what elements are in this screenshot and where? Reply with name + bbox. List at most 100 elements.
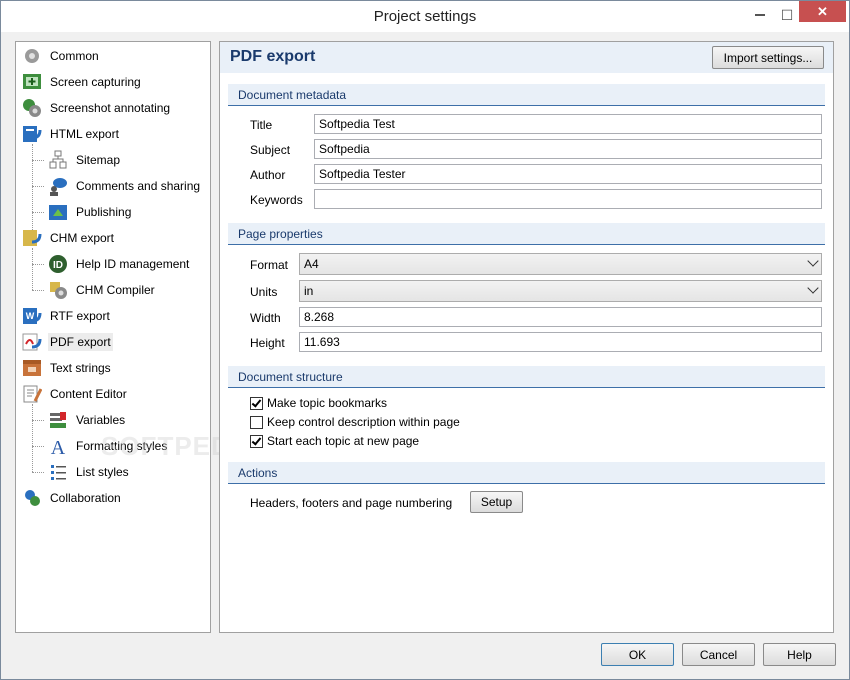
tree-item-list-styles[interactable]: List styles: [48, 461, 131, 483]
title-bar[interactable]: Project settings ☐ ✕: [1, 1, 849, 32]
section-actions: Actions: [228, 462, 825, 484]
collaboration-icon: [22, 488, 42, 508]
keywords-field[interactable]: [314, 189, 822, 209]
close-icon[interactable]: ✕: [799, 1, 846, 22]
tree-connector: [32, 290, 44, 291]
units-label: Units: [250, 285, 278, 299]
checkbox-box[interactable]: [250, 396, 263, 410]
cancel-button[interactable]: Cancel: [682, 643, 755, 666]
title-field[interactable]: Softpedia Test: [314, 114, 822, 134]
units-select[interactable]: in: [299, 280, 822, 302]
tree-item-label: Help ID management: [76, 257, 190, 271]
checkbox-box[interactable]: [250, 415, 263, 429]
tree-item-label: Screen capturing: [50, 75, 141, 89]
checkbox-label: Keep control description within page: [267, 415, 460, 429]
list-styles-icon: [48, 462, 68, 482]
subject-label: Subject: [250, 143, 291, 157]
tree-item-common[interactable]: Common: [22, 45, 101, 67]
tree-item-pdf-export[interactable]: PDF export: [22, 331, 113, 353]
window-title: Project settings: [373, 8, 477, 25]
checkbox-box[interactable]: [250, 434, 263, 448]
annotation-icon: [22, 98, 42, 118]
tree-item-label: HTML export: [50, 127, 119, 141]
format-label: Format: [250, 258, 289, 272]
tree-item-help-id-management[interactable]: ID Help ID management: [48, 253, 191, 275]
minimize-icon[interactable]: [755, 14, 765, 16]
tree-item-label: CHM export: [50, 231, 115, 245]
keep-control-description-checkbox[interactable]: Keep control description within page: [250, 415, 460, 429]
variables-icon: [48, 410, 68, 430]
start-topic-new-page-checkbox[interactable]: Start each topic at new page: [250, 434, 419, 448]
section-heading: Page properties: [238, 227, 323, 241]
tree-item-content-editor[interactable]: Content Editor: [22, 383, 129, 405]
width-field[interactable]: 8.268: [299, 307, 822, 327]
tree-item-label: List styles: [76, 465, 129, 479]
tree-item-label: Text strings: [50, 361, 111, 375]
comments-icon: [48, 176, 68, 196]
author-field[interactable]: Softpedia Tester: [314, 164, 822, 184]
help-id-icon: ID: [48, 254, 68, 274]
section-page-properties: Page properties: [228, 223, 825, 245]
tree-item-sitemap[interactable]: Sitemap: [48, 149, 122, 171]
page-title: PDF export: [230, 48, 316, 65]
import-settings-button[interactable]: Import settings...: [712, 46, 824, 69]
tree-item-chm-compiler[interactable]: CHM Compiler: [48, 279, 157, 301]
tree-connector: [32, 420, 44, 421]
units-value: in: [304, 284, 314, 298]
tree-item-label: Variables: [76, 413, 126, 427]
svg-text:ID: ID: [53, 260, 63, 271]
format-value: A4: [304, 257, 319, 271]
section-document-structure: Document structure: [228, 366, 825, 388]
tree-connector: [32, 160, 44, 161]
tree-item-label: Sitemap: [76, 153, 121, 167]
section-heading: Document structure: [238, 370, 343, 384]
keywords-label: Keywords: [250, 193, 303, 207]
tree-item-label: Content Editor: [50, 387, 127, 401]
tree-item-rtf-export[interactable]: W RTF export: [22, 305, 112, 327]
make-topic-bookmarks-checkbox[interactable]: Make topic bookmarks: [250, 396, 387, 410]
tree-item-screenshot-annotating[interactable]: Screenshot annotating: [22, 97, 172, 119]
tree-connector: [32, 212, 44, 213]
tree-item-label: Screenshot annotating: [50, 101, 171, 115]
tree-item-chm-export[interactable]: CHM export: [22, 227, 116, 249]
tree-item-publishing[interactable]: Publishing: [48, 201, 133, 223]
tree-connector: [32, 446, 44, 447]
tree-connector: [32, 404, 33, 472]
tree-connector: [32, 264, 44, 265]
chm-compiler-icon: [48, 280, 68, 300]
screen-capture-icon: [22, 72, 42, 92]
formatting-styles-icon: A: [48, 436, 68, 459]
format-select[interactable]: A4: [299, 253, 822, 275]
tree-item-html-export[interactable]: HTML export: [22, 123, 121, 145]
tree-item-variables[interactable]: Variables: [48, 409, 127, 431]
chevron-down-icon: [807, 282, 819, 294]
setup-button[interactable]: Setup: [470, 491, 523, 513]
chm-export-icon: [22, 228, 42, 248]
tree-item-text-strings[interactable]: Text strings: [22, 357, 113, 379]
tree-item-comments-and-sharing[interactable]: Comments and sharing: [48, 175, 202, 197]
html-export-icon: [22, 124, 42, 144]
publishing-icon: [48, 202, 68, 222]
pdf-export-icon: [22, 332, 42, 352]
title-label: Title: [250, 118, 273, 132]
settings-tree[interactable]: Common Screen capturing Screenshot annot…: [15, 41, 211, 633]
height-field[interactable]: 11.693: [299, 332, 822, 352]
sitemap-icon: [48, 150, 68, 170]
height-label: Height: [250, 336, 285, 350]
tree-item-label: Comments and sharing: [76, 179, 201, 193]
tree-item-collaboration[interactable]: Collaboration: [22, 487, 123, 509]
panel-header: PDF export Import settings...: [220, 42, 833, 73]
tree-item-screen-capturing[interactable]: Screen capturing: [22, 71, 143, 93]
tree-item-label: Publishing: [76, 205, 132, 219]
section-heading: Actions: [238, 466, 278, 480]
subject-field[interactable]: Softpedia: [314, 139, 822, 159]
help-button[interactable]: Help: [763, 643, 836, 666]
tree-item-label: Collaboration: [50, 491, 121, 505]
svg-text:A: A: [51, 437, 66, 456]
headers-footers-label: Headers, footers and page numbering: [250, 496, 453, 510]
checkbox-label: Make topic bookmarks: [267, 396, 388, 410]
ok-button[interactable]: OK: [601, 643, 674, 666]
author-label: Author: [250, 168, 286, 182]
maximize-icon[interactable]: ☐: [777, 6, 797, 24]
tree-item-label: CHM Compiler: [76, 283, 155, 297]
